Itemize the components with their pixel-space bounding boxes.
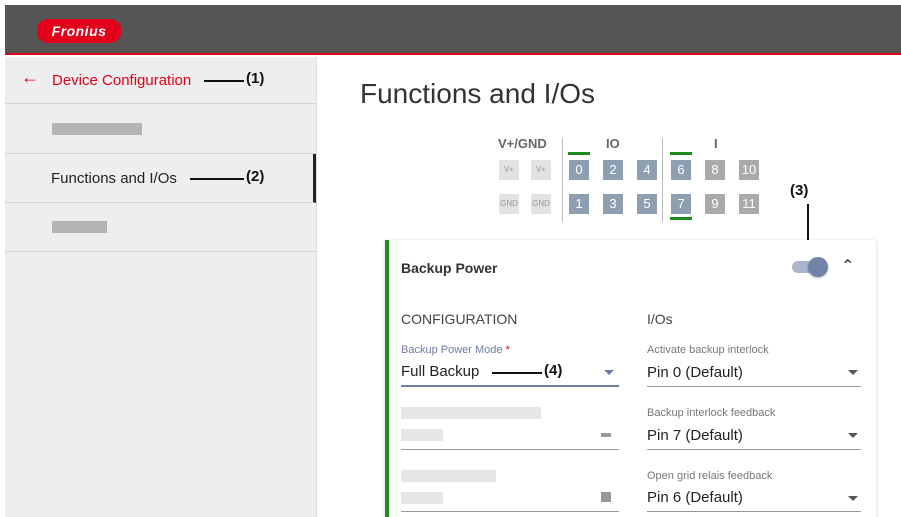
card-title: Backup Power [401,260,498,276]
backup-power-mode-label: Backup Power Mode * [401,344,510,356]
chevron-down-icon[interactable] [604,370,614,375]
field-icon [601,433,611,437]
io-pin: 7 [671,194,691,214]
grid-relais-feedback-label: Open grid relais feedback [647,470,773,482]
redacted-value [401,429,443,441]
top-bar: Fronius [5,5,901,55]
sidebar-item-functions-ios[interactable]: Functions and I/Os [5,154,316,203]
callout-line-4 [492,372,542,374]
callout-4: (4) [544,362,563,379]
io-pin: V+ [499,160,519,180]
pin-assigned-indicator [670,152,692,155]
back-link[interactable]: ← Device Configuration [5,57,316,104]
chevron-up-icon[interactable]: ⌃ [841,256,854,276]
redacted-label [401,407,541,419]
io-pin: 8 [705,160,725,180]
callout-2: (2) [246,168,265,185]
io-pin: 4 [637,160,657,180]
select-underline [647,386,861,387]
io-group-divider [662,138,663,222]
required-marker: * [505,344,510,356]
sidebar: ← Device Configuration Functions and I/O… [5,57,317,517]
activate-interlock-select[interactable]: Pin 0 (Default) [647,364,743,381]
sidebar-item-placeholder-2[interactable] [5,203,316,252]
field-underline [401,449,619,450]
chevron-down-icon[interactable] [848,496,858,501]
field-icon [601,492,611,502]
chevron-down-icon[interactable] [848,433,858,438]
io-pin: 9 [705,194,725,214]
fronius-logo: Fronius [37,19,121,43]
io-pin: 10 [739,160,759,180]
redacted-label [52,123,142,135]
redacted-label [52,221,107,233]
redacted-value [401,492,443,504]
io-pin: 2 [603,160,623,180]
io-group-header: I [714,136,718,151]
io-group-divider [562,138,563,222]
page-title: Functions and I/Os [360,78,596,109]
callout-1: (1) [246,70,265,87]
activate-interlock-label: Activate backup interlock [647,344,769,356]
io-group-header: V+/GND [498,136,547,151]
io-pin: 5 [637,194,657,214]
io-pin: GND [499,194,519,214]
io-pin: 11 [739,194,759,214]
pin-assigned-indicator [568,152,590,155]
chevron-down-icon[interactable] [848,370,858,375]
interlock-feedback-select[interactable]: Pin 7 (Default) [647,427,743,444]
io-pin: 3 [603,194,623,214]
select-underline [401,385,619,387]
ios-heading: I/Os [647,311,673,327]
arrow-left-icon: ← [21,67,39,87]
sidebar-item-label: Functions and I/Os [51,170,177,187]
backup-power-card: Backup Power ⌃ CONFIGURATION I/Os Backup… [385,240,876,517]
select-underline [647,511,861,512]
io-pin: 0 [569,160,589,180]
configuration-heading: CONFIGURATION [401,311,518,327]
interlock-feedback-label: Backup interlock feedback [647,407,776,419]
redacted-label [401,470,496,482]
io-pin: GND [531,194,551,214]
io-pin: V+ [531,160,551,180]
callout-line-2 [190,178,244,180]
grid-relais-feedback-select[interactable]: Pin 6 (Default) [647,489,743,506]
sidebar-item-placeholder-1[interactable] [5,104,316,154]
io-pin: 6 [671,160,691,180]
io-pin: 1 [569,194,589,214]
pin-assigned-indicator [670,217,692,220]
back-link-label: Device Configuration [52,72,192,89]
backup-power-mode-select[interactable]: Full Backup [401,363,479,380]
io-group-header: IO [606,136,620,151]
callout-line-1 [204,80,244,82]
field-underline [401,511,619,512]
toggle-knob[interactable] [808,257,828,277]
callout-3: (3) [790,182,809,199]
select-underline [647,449,861,450]
io-diagram: V+/GND IO I V+ V+ GND GND 0 2 4 1 3 5 6 … [490,130,780,230]
